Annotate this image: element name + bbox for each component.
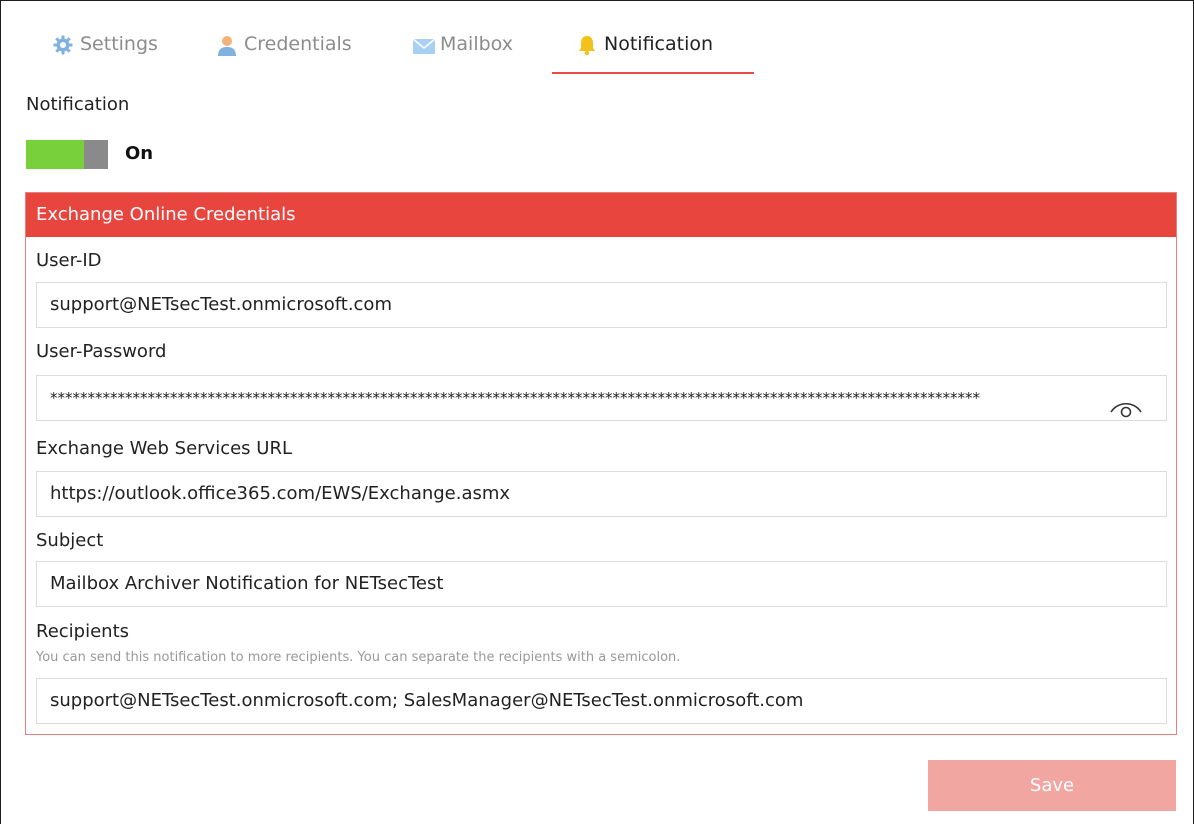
user-id-input[interactable]: support@NETsecTest.onmicrosoft.com	[36, 282, 1167, 328]
password-value: ****************************************…	[50, 389, 980, 407]
user-icon	[216, 34, 238, 56]
subject-input[interactable]: Mailbox Archiver Notification for NETsec…	[36, 561, 1167, 607]
toggle-on-track	[26, 140, 84, 169]
show-password-eye-icon[interactable]	[1108, 391, 1144, 418]
password-label: User-Password	[36, 341, 167, 362]
tab-mailbox[interactable]: Mailbox	[412, 27, 513, 73]
ews-url-label: Exchange Web Services URL	[36, 438, 292, 459]
tab-mailbox-label: Mailbox	[440, 33, 513, 55]
tab-notification[interactable]: Notification	[576, 27, 713, 73]
toggle-state-label: On	[125, 143, 154, 164]
tab-settings-label: Settings	[80, 33, 158, 55]
tab-credentials-label: Credentials	[244, 33, 352, 55]
panel-title: Exchange Online Credentials	[26, 193, 1176, 237]
notification-heading: Notification	[26, 94, 130, 115]
tab-notification-label: Notification	[604, 33, 714, 55]
active-tab-indicator	[552, 72, 754, 74]
tab-bar: Settings Credentials Mailbox Notificatio…	[36, 27, 796, 75]
bell-icon	[576, 34, 598, 56]
user-id-label: User-ID	[36, 250, 102, 271]
tab-credentials[interactable]: Credentials	[216, 27, 352, 73]
recipients-input[interactable]: support@NETsecTest.onmicrosoft.com; Sale…	[36, 678, 1167, 724]
envelope-icon	[412, 34, 436, 56]
ews-url-input[interactable]: https://outlook.office365.com/EWS/Exchan…	[36, 471, 1167, 517]
toggle-knob	[84, 140, 108, 169]
notification-toggle[interactable]	[26, 140, 108, 169]
tab-settings[interactable]: Settings	[52, 27, 158, 73]
subject-label: Subject	[36, 530, 104, 551]
save-button[interactable]: Save	[928, 760, 1176, 811]
gear-icon	[52, 34, 74, 56]
exchange-credentials-panel: Exchange Online Credentials User-ID supp…	[25, 192, 1177, 735]
password-input[interactable]: ****************************************…	[36, 375, 1167, 421]
recipients-hint: You can send this notification to more r…	[36, 650, 681, 665]
recipients-label: Recipients	[36, 621, 130, 642]
